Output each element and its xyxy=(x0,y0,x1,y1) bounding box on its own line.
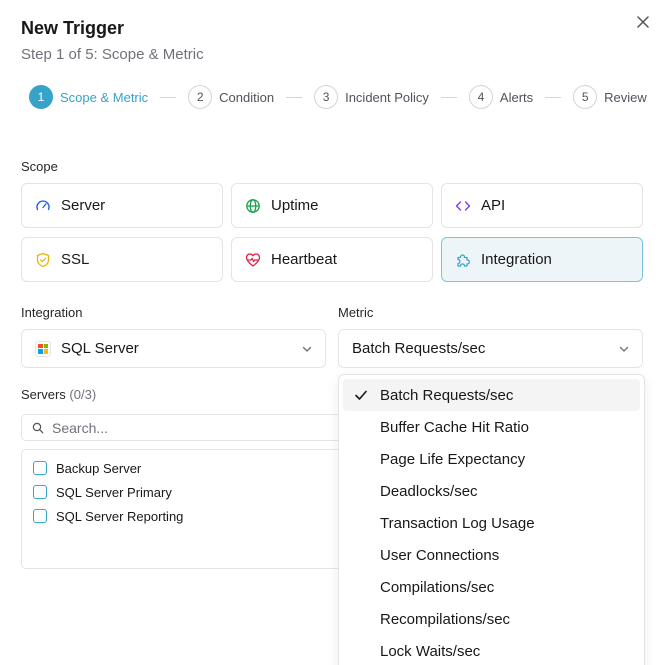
step-label: Review xyxy=(604,89,647,105)
step-alerts[interactable]: 4 Alerts xyxy=(468,85,534,109)
server-item-primary[interactable]: SQL Server Primary xyxy=(22,480,350,504)
heart-pulse-icon xyxy=(245,252,261,268)
step-label: Incident Policy xyxy=(345,89,429,105)
server-name: Backup Server xyxy=(56,460,142,476)
metric-select[interactable]: Batch Requests/sec xyxy=(338,329,643,368)
metric-option-label: Page Life Expectancy xyxy=(380,450,526,468)
servers-label-text: Servers xyxy=(21,387,66,402)
scope-label: Scope xyxy=(21,159,58,174)
stepper: 1 Scope & Metric 2 Condition 3 Incident … xyxy=(29,85,647,109)
scope-option-server[interactable]: Server xyxy=(21,183,223,228)
integration-value: SQL Server xyxy=(61,340,139,357)
sql-server-icon xyxy=(35,340,51,357)
scope-option-api[interactable]: API xyxy=(441,183,643,228)
search-icon xyxy=(32,422,44,433)
scope-option-uptime[interactable]: Uptime xyxy=(231,183,433,228)
scope-option-heartbeat[interactable]: Heartbeat xyxy=(231,237,433,282)
gauge-icon xyxy=(35,198,51,214)
metric-option[interactable]: Recompilations/sec xyxy=(343,603,640,635)
chevron-down-icon xyxy=(302,346,312,352)
metric-option-label: User Connections xyxy=(380,546,500,564)
metric-option-label: Batch Requests/sec xyxy=(380,386,514,404)
server-item-backup[interactable]: Backup Server xyxy=(22,456,350,480)
step-label: Alerts xyxy=(499,89,534,105)
integration-select[interactable]: SQL Server xyxy=(21,329,326,368)
metric-label: Metric xyxy=(338,305,374,320)
metric-dropdown: Batch Requests/sec Buffer Cache Hit Rati… xyxy=(338,374,645,665)
puzzle-icon xyxy=(455,252,471,268)
step-label: Scope & Metric xyxy=(60,89,149,105)
metric-option[interactable]: Buffer Cache Hit Ratio xyxy=(343,411,640,443)
search-input[interactable] xyxy=(52,419,332,436)
globe-icon xyxy=(245,198,261,214)
chevron-down-icon xyxy=(619,346,629,352)
check-icon xyxy=(355,390,367,400)
close-icon xyxy=(637,16,649,28)
servers-count: (0/3) xyxy=(69,387,97,402)
scope-option-label: Integration xyxy=(481,251,552,268)
metric-option-label: Recompilations/sec xyxy=(380,610,511,628)
step-separator xyxy=(160,96,177,98)
metric-option[interactable]: Deadlocks/sec xyxy=(343,475,640,507)
server-checkbox[interactable] xyxy=(33,461,47,475)
server-name: SQL Server Reporting xyxy=(56,508,184,524)
metric-option-label: Deadlocks/sec xyxy=(380,482,478,500)
servers-label: Servers (0/3) xyxy=(21,387,96,402)
metric-option[interactable]: User Connections xyxy=(343,539,640,571)
step-number: 2 xyxy=(188,85,213,109)
scope-option-integration[interactable]: Integration xyxy=(441,237,643,282)
scope-option-label: API xyxy=(481,197,506,214)
metric-option-label: Compilations/sec xyxy=(380,578,495,596)
step-label: Condition xyxy=(219,89,275,105)
step-incident-policy[interactable]: 3 Incident Policy xyxy=(314,85,429,109)
server-list: Backup Server SQL Server Primary SQL Ser… xyxy=(21,449,351,569)
step-scope-metric[interactable]: 1 Scope & Metric xyxy=(29,85,148,109)
integration-label: Integration xyxy=(21,305,83,320)
metric-option-label: Lock Waits/sec xyxy=(380,642,481,660)
step-number: 3 xyxy=(314,85,339,109)
dialog-title: New Trigger xyxy=(21,18,125,38)
step-number: 4 xyxy=(468,85,493,109)
server-item-reporting[interactable]: SQL Server Reporting xyxy=(22,504,350,528)
code-icon xyxy=(455,198,471,214)
metric-option-label: Buffer Cache Hit Ratio xyxy=(380,418,529,436)
server-name: SQL Server Primary xyxy=(56,484,172,500)
step-review[interactable]: 5 Review xyxy=(573,85,647,109)
server-checkbox[interactable] xyxy=(33,485,47,499)
metric-option-label: Transaction Log Usage xyxy=(380,514,535,532)
scope-option-label: Server xyxy=(61,197,106,214)
dialog-subtitle: Step 1 of 5: Scope & Metric xyxy=(21,46,204,63)
scope-option-label: SSL xyxy=(61,251,90,268)
new-trigger-dialog: New Trigger Step 1 of 5: Scope & Metric … xyxy=(0,0,664,665)
step-condition[interactable]: 2 Condition xyxy=(188,85,274,109)
shield-icon xyxy=(35,252,51,268)
close-button[interactable] xyxy=(632,11,654,33)
step-number: 1 xyxy=(29,85,53,109)
metric-option[interactable]: Batch Requests/sec xyxy=(343,379,640,411)
metric-value: Batch Requests/sec xyxy=(352,340,486,357)
scope-option-label: Heartbeat xyxy=(271,251,337,268)
metric-option[interactable]: Lock Waits/sec xyxy=(343,635,640,665)
step-number: 5 xyxy=(573,85,598,109)
step-separator xyxy=(286,96,303,98)
server-search[interactable] xyxy=(21,414,351,441)
scope-option-ssl[interactable]: SSL xyxy=(21,237,223,282)
server-checkbox[interactable] xyxy=(33,509,47,523)
scope-option-label: Uptime xyxy=(271,197,319,214)
metric-option[interactable]: Page Life Expectancy xyxy=(343,443,640,475)
step-separator xyxy=(545,96,562,98)
step-separator xyxy=(440,96,457,98)
metric-option[interactable]: Compilations/sec xyxy=(343,571,640,603)
metric-option[interactable]: Transaction Log Usage xyxy=(343,507,640,539)
